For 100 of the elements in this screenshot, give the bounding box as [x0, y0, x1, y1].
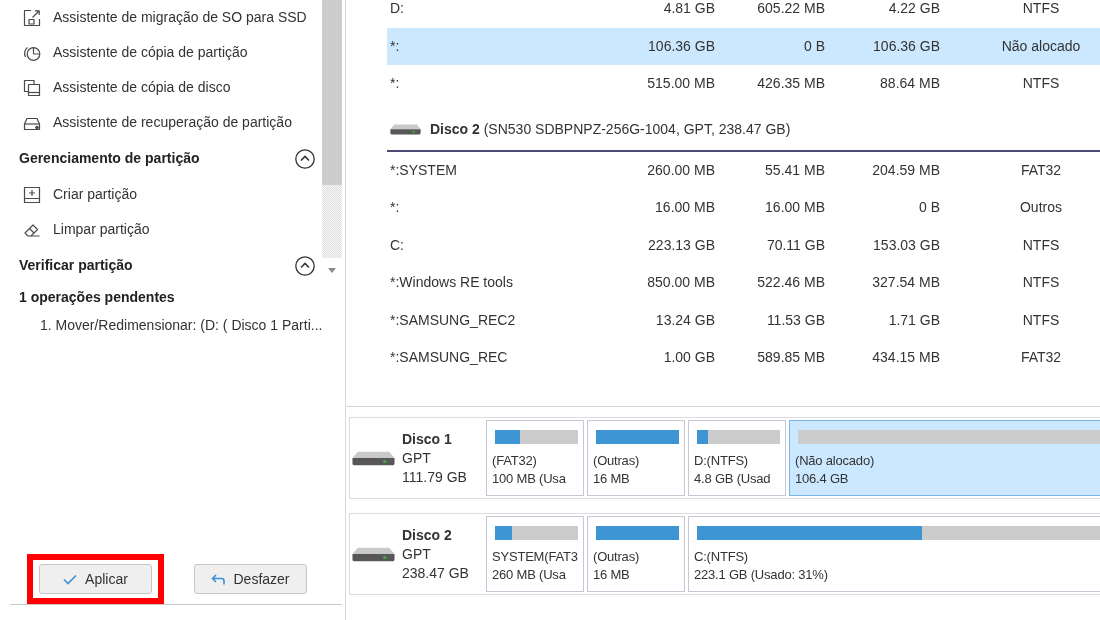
table-cell: NTFS: [1022, 236, 1060, 253]
disk-type: GPT: [402, 448, 432, 468]
disk-size: 111.79 GB: [402, 467, 467, 487]
table-cell: *:: [390, 37, 400, 54]
table-cell: 106.36 GB: [873, 37, 940, 54]
table-row[interactable]: *: 515.00 MB 426.35 MB 88.64 MB NTFS: [387, 65, 1100, 103]
table-cell: 434.15 MB: [872, 349, 940, 366]
check-icon: [63, 573, 78, 585]
table-cell: 4.81 GB: [663, 0, 715, 17]
table-cell: 4.22 GB: [888, 0, 940, 17]
table-cell: C:: [390, 236, 404, 253]
partition-size: 260 MB (Usa: [492, 566, 567, 584]
partition-label: (Outras): [593, 452, 641, 470]
partition-block[interactable]: D:(NTFS) 4.8 GB (Usad: [688, 420, 786, 496]
box-arrow-icon: [23, 8, 41, 27]
partition-size: 100 MB (Usa: [492, 470, 567, 488]
partition-size: 16 MB: [593, 470, 631, 488]
partition-block[interactable]: (FAT32) 100 MB (Usa: [486, 420, 584, 496]
table-cell: 260.00 MB: [647, 161, 715, 178]
table-cell: NTFS: [1022, 0, 1060, 17]
section-title: 1 operações pendentes: [19, 287, 175, 307]
partition-label: (Não alocado): [795, 452, 876, 470]
disk-title: Disco 2 (SN530 SDBPNPZ-256G-1004, GPT, 238.47 GB): [430, 119, 791, 139]
partition-label: (Outras): [593, 548, 641, 566]
sidebar-item[interactable]: Assistente de cópia de disco: [0, 70, 322, 105]
partition-label: D:(NTFS): [694, 452, 749, 470]
table-cell: NTFS: [1022, 311, 1060, 328]
disk-type: GPT: [402, 544, 432, 564]
table-cell: 223.13 GB: [648, 236, 715, 253]
partition-block[interactable]: (Outras) 16 MB: [587, 516, 685, 592]
partition-size: 106.4 GB: [795, 470, 850, 488]
table-cell: 11.53 GB: [766, 311, 825, 328]
collapse-icon[interactable]: [295, 148, 315, 169]
table-cell: 605.22 MB: [757, 0, 825, 17]
table-cell: *:SAMSUNG_REC2: [390, 311, 516, 328]
partition-block[interactable]: SYSTEM(FAT3 260 MB (Usa: [486, 516, 584, 592]
collapse-icon[interactable]: [295, 255, 315, 276]
sidebar-item[interactable]: Assistente de recuperação de partição: [0, 105, 322, 140]
table-cell: 153.03 GB: [873, 236, 940, 253]
disk-name: Disco 1: [402, 429, 453, 449]
disk-header-row[interactable]: Disco 2 (SN530 SDBPNPZ-256G-1004, GPT, 238.47 GB): [387, 102, 1100, 152]
table-row[interactable]: D: 4.81 GB 605.22 MB 4.22 GB NTFS: [387, 0, 1100, 28]
copy-icon: [23, 78, 41, 97]
section-title: Verificar partição: [19, 256, 133, 275]
table-cell: *:: [390, 199, 400, 216]
drive-icon: [352, 450, 395, 466]
partition-block[interactable]: C:(NTFS) 223.1 GB (Usado: 31%): [688, 516, 1100, 592]
table-row[interactable]: *: 16.00 MB 16.00 MB 0 B Outros: [387, 189, 1100, 227]
table-cell: 850.00 MB: [647, 274, 715, 291]
table-cell: Não alocado: [1001, 37, 1081, 54]
table-cell: FAT32: [1020, 161, 1062, 178]
table-cell: NTFS: [1022, 274, 1060, 291]
partition-label: C:(NTFS): [694, 548, 749, 566]
table-cell: 55.41 MB: [765, 161, 825, 178]
table-cell: 16.00 MB: [765, 199, 825, 216]
partition-block[interactable]: (Outras) 16 MB: [587, 420, 685, 496]
table-row[interactable]: *:SYSTEM 260.00 MB 55.41 MB 204.59 MB FAT32: [387, 151, 1100, 189]
disk-card[interactable]: Disco 2 GPT 238.47 GB SYSTEM(FAT3 260 MB (Usa (Outras) 16 MB C:(NTFS) 223.1 GB (Usado: 31%): [349, 513, 1100, 595]
partition-size: 223.1 GB (Usado: 31%): [694, 566, 829, 584]
table-cell: NTFS: [1022, 75, 1060, 92]
undo-button[interactable]: Desfazer: [194, 564, 307, 594]
table-cell: Outros: [1020, 199, 1062, 216]
table-cell: 88.64 MB: [880, 75, 940, 92]
pending-operation: 1. Mover/Redimensionar: (D: ( Disco 1 Parti...: [40, 315, 323, 335]
table-cell: *:SYSTEM: [390, 161, 457, 178]
table-cell: 13.24 GB: [655, 311, 715, 328]
table-cell: *:Windows RE tools: [390, 274, 513, 291]
sidebar-item[interactable]: Assistente de migração de SO para SSD: [0, 0, 322, 35]
table-cell: 426.35 MB: [757, 75, 825, 92]
drive-icon: [390, 123, 421, 135]
table-row[interactable]: *:SAMSUNG_REC 1.00 GB 589.85 MB 434.15 MB FAT32: [387, 339, 1100, 377]
drive-icon: [352, 546, 395, 562]
apply-button[interactable]: Aplicar: [39, 564, 152, 594]
table-cell: 106.36 GB: [648, 37, 715, 54]
table-cell: D:: [390, 0, 404, 17]
sidebar-item[interactable]: Limpar partição: [0, 212, 322, 247]
table-cell: FAT32: [1020, 349, 1062, 366]
table-row[interactable]: *:SAMSUNG_REC2 13.24 GB 11.53 GB 1.71 GB NTFS: [387, 301, 1100, 339]
table-row[interactable]: C: 223.13 GB 70.11 GB 153.03 GB NTFS: [387, 226, 1100, 264]
table-cell: 327.54 MB: [872, 274, 940, 291]
partition-block[interactable]: (Não alocado) 106.4 GB: [789, 420, 1100, 496]
scroll-down-icon[interactable]: [328, 268, 336, 273]
table-row[interactable]: *: 106.36 GB 0 B 106.36 GB Não alocado: [387, 27, 1100, 65]
partition-size: 4.8 GB (Usad: [694, 470, 772, 488]
partition-label: SYSTEM(FAT3: [492, 548, 579, 566]
table-row[interactable]: *:Windows RE tools 850.00 MB 522.46 MB 327.54 MB NTFS: [387, 264, 1100, 302]
table-cell: 1.00 GB: [663, 349, 715, 366]
section-title: Gerenciamento de partição: [19, 149, 200, 168]
plus-box-icon: [23, 185, 41, 204]
table-cell: 70.11 GB: [766, 236, 825, 253]
sidebar-item[interactable]: Criar partição: [0, 177, 322, 212]
sidebar-item[interactable]: Assistente de cópia de partição: [0, 35, 322, 70]
disk-size: 238.47 GB: [402, 563, 469, 583]
disk-card[interactable]: Disco 1 GPT 111.79 GB (FAT32) 100 MB (Usa (Outras) 16 MB D:(NTFS) 4.8 GB (Usad (Não alocado) 106.4 GB: [349, 417, 1100, 499]
partition-label: (FAT32): [492, 452, 538, 470]
disk-name: Disco 2: [402, 525, 453, 545]
table-cell: 515.00 MB: [647, 75, 715, 92]
table-cell: 1.71 GB: [888, 311, 940, 328]
table-cell: 0 B: [804, 37, 825, 54]
table-cell: 522.46 MB: [757, 274, 825, 291]
